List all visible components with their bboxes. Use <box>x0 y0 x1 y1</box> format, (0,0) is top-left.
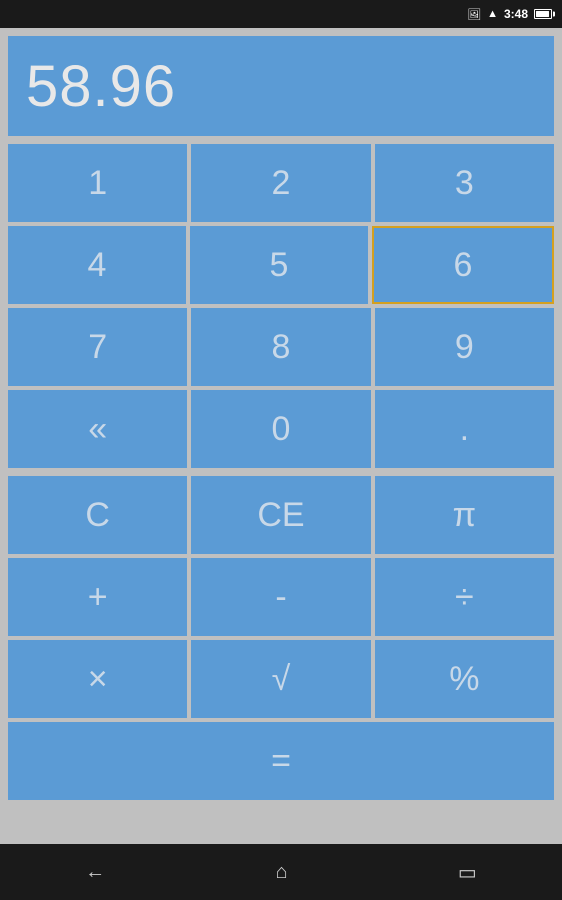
numpad-row-4: « 0 . <box>8 390 554 468</box>
numpad-row-2: 4 5 6 <box>8 226 554 304</box>
btn-divide[interactable]: ÷ <box>375 558 554 636</box>
nav-bar: ← ⌂ ▭ <box>0 844 562 900</box>
numpad-row-1: 1 2 3 <box>8 144 554 222</box>
btn-9[interactable]: 9 <box>375 308 554 386</box>
btn-8[interactable]: 8 <box>191 308 370 386</box>
numpad-section: 1 2 3 4 5 6 7 8 9 « 0 . <box>8 144 554 468</box>
btn-2[interactable]: 2 <box>191 144 370 222</box>
calculator: 58.96 1 2 3 4 5 6 7 8 9 « 0 . C <box>0 28 562 844</box>
btn-percent[interactable]: % <box>375 640 554 718</box>
ops-row-2: + - ÷ <box>8 558 554 636</box>
btn-6[interactable]: 6 <box>372 226 554 304</box>
btn-ce[interactable]: CE <box>191 476 370 554</box>
btn-clear[interactable]: C <box>8 476 187 554</box>
nav-recent-button[interactable]: ▭ <box>438 852 497 893</box>
btn-5[interactable]: 5 <box>190 226 368 304</box>
btn-plus[interactable]: + <box>8 558 187 636</box>
screenshot-icon: 🖼 <box>467 8 481 21</box>
wifi-icon: ▲ <box>487 8 498 20</box>
btn-3[interactable]: 3 <box>375 144 554 222</box>
btn-7[interactable]: 7 <box>8 308 187 386</box>
btn-equals[interactable]: = <box>8 722 554 800</box>
btn-dot[interactable]: . <box>375 390 554 468</box>
btn-0[interactable]: 0 <box>191 390 370 468</box>
battery-icon <box>534 5 552 23</box>
ops-section: C CE π + - ÷ × √ % = <box>8 476 554 800</box>
display: 58.96 <box>8 36 554 136</box>
btn-1[interactable]: 1 <box>8 144 187 222</box>
btn-minus[interactable]: - <box>191 558 370 636</box>
btn-4[interactable]: 4 <box>8 226 186 304</box>
btn-multiply[interactable]: × <box>8 640 187 718</box>
display-value: 58.96 <box>26 53 176 120</box>
ops-row-4: = <box>8 722 554 800</box>
btn-backspace[interactable]: « <box>8 390 187 468</box>
btn-sqrt[interactable]: √ <box>191 640 370 718</box>
btn-pi[interactable]: π <box>375 476 554 554</box>
status-bar: 🖼 ▲ 3:48 <box>0 0 562 28</box>
status-time: 3:48 <box>504 7 528 21</box>
numpad-row-3: 7 8 9 <box>8 308 554 386</box>
ops-row-1: C CE π <box>8 476 554 554</box>
nav-back-button[interactable]: ← <box>65 853 125 892</box>
ops-row-3: × √ % <box>8 640 554 718</box>
nav-home-button[interactable]: ⌂ <box>255 853 307 892</box>
